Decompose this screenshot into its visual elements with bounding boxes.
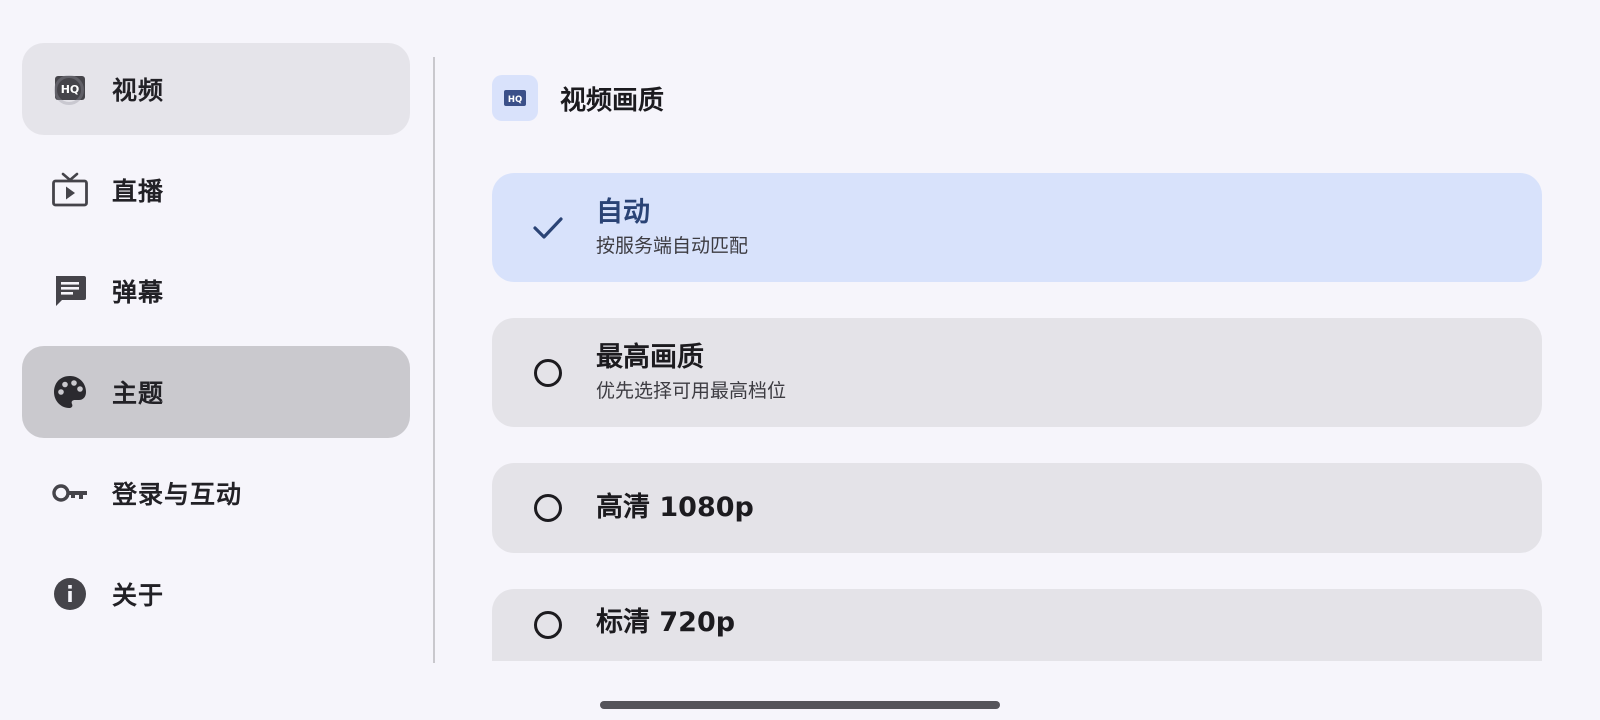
palette-icon	[50, 372, 90, 412]
sidebar-item-label: 直播	[112, 177, 165, 206]
option-auto[interactable]: 自动 按服务端自动匹配	[492, 173, 1542, 282]
sidebar-item-login[interactable]: 登录与互动	[22, 447, 410, 539]
sidebar-item-live[interactable]: 直播	[22, 144, 410, 236]
radio-unchecked-icon	[530, 607, 566, 643]
sidebar-item-theme[interactable]: 主题	[22, 346, 410, 438]
option-subtitle: 优先选择可用最高档位	[596, 379, 787, 402]
option-subtitle: 按服务端自动匹配	[596, 234, 749, 257]
option-title: 最高画质	[596, 342, 704, 374]
radio-unchecked-icon	[530, 490, 566, 526]
touch-ripple	[54, 75, 84, 105]
option-720p[interactable]: 标清 720p	[492, 589, 1542, 661]
option-title: 自动	[596, 197, 650, 229]
sidebar-item-label: 登录与互动	[112, 480, 243, 509]
sidebar-item-label: 弹幕	[112, 278, 165, 307]
sidebar-item-label: 主题	[112, 379, 165, 408]
option-1080p[interactable]: 高清 1080p	[492, 463, 1542, 553]
vertical-divider	[433, 57, 435, 663]
option-title: 标清 720p	[596, 607, 736, 638]
sidebar-item-video[interactable]: HQ 视频	[22, 43, 410, 135]
option-text: 自动 按服务端自动匹配	[596, 197, 748, 257]
svg-text:HQ: HQ	[508, 95, 522, 105]
hq-icon: HQ	[50, 69, 90, 109]
sidebar-item-label: 视频	[112, 76, 165, 105]
quality-options-list: 自动 按服务端自动匹配 最高画质 优先选择可用最高档位 高清 1080p 标清 …	[492, 173, 1542, 661]
settings-screen: HQ 视频 直播 弹幕 主题 登录与互动 关于 HQ 视频画质 自动 按服务端自…	[0, 0, 1600, 720]
sidebar-item-about[interactable]: 关于	[22, 548, 410, 640]
sidebar-item-danmaku[interactable]: 弹幕	[22, 245, 410, 337]
hq-icon: HQ	[492, 75, 538, 121]
option-title: 高清 1080p	[596, 492, 754, 524]
radio-unchecked-icon	[530, 355, 566, 391]
sidebar-item-label: 关于	[112, 581, 165, 610]
info-icon	[50, 574, 90, 614]
home-indicator[interactable]	[600, 701, 1000, 709]
option-highest[interactable]: 最高画质 优先选择可用最高档位	[492, 318, 1542, 427]
section-title: 视频画质	[560, 85, 665, 116]
section-header: HQ 视频画质	[492, 75, 664, 121]
comment-icon	[50, 271, 90, 311]
live-tv-icon	[50, 170, 90, 210]
key-icon	[50, 473, 90, 513]
option-text: 最高画质 优先选择可用最高档位	[596, 342, 786, 402]
check-icon	[530, 210, 566, 246]
settings-sidebar: HQ 视频 直播 弹幕 主题 登录与互动 关于	[22, 43, 410, 649]
